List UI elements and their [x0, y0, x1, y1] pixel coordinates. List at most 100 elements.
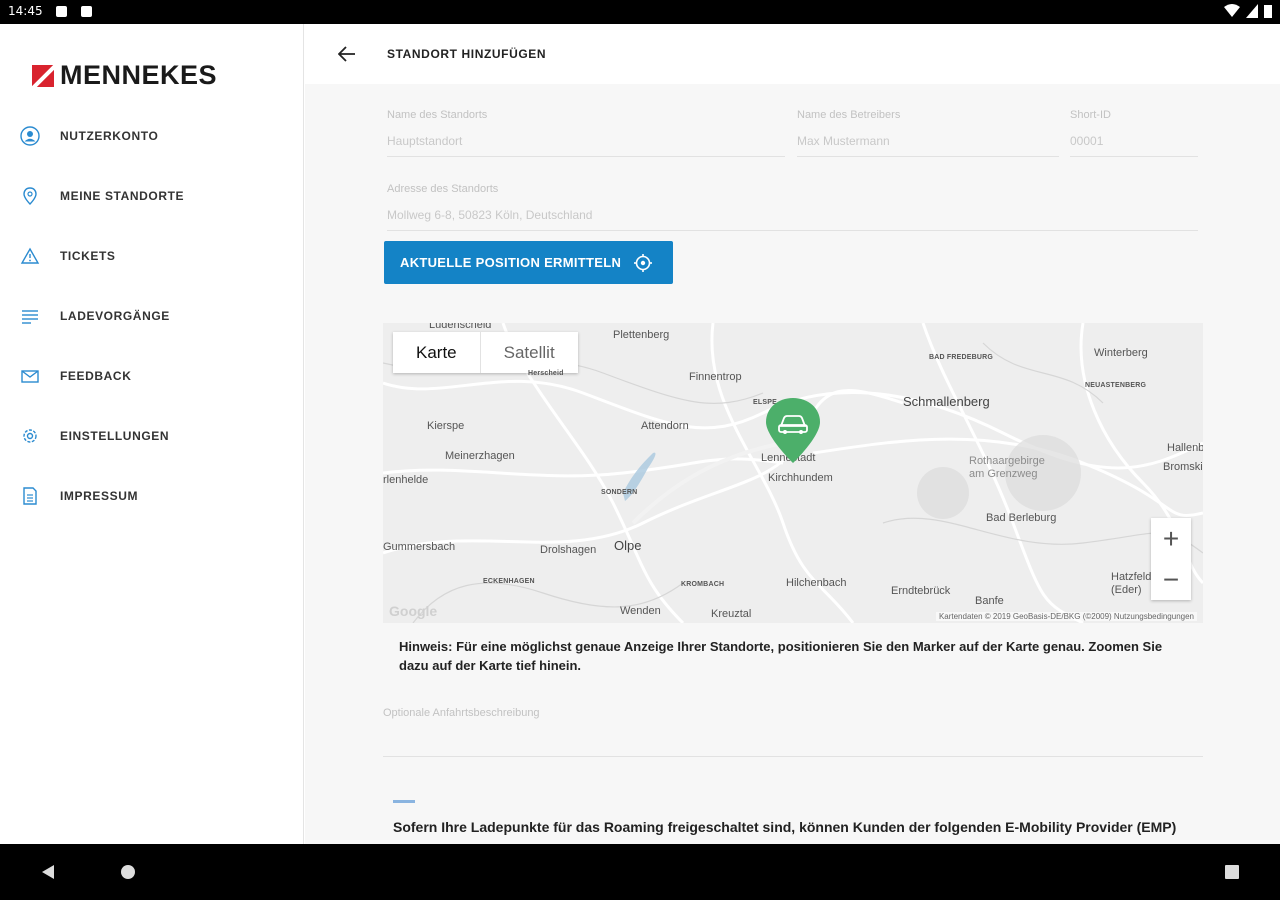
map-view[interactable]: Karte Satellit Lüdenscheid Plettenberg H… [383, 323, 1203, 623]
nav-recents-icon[interactable] [1224, 864, 1240, 880]
short-id-input[interactable]: 00001 [1070, 134, 1198, 157]
app-window: MENNEKES NUTZERKONTO MEINE STANDORTE TIC… [0, 24, 1280, 844]
logo-mark-icon [32, 64, 54, 87]
envelope-icon [20, 366, 40, 386]
map-label: Erndtebrück [891, 585, 951, 597]
crosshair-icon [634, 253, 653, 272]
gear-icon [20, 426, 40, 446]
map-label: Finnentrop [689, 371, 742, 383]
map-label: Winterberg [1094, 347, 1148, 359]
address-label: Adresse des Standorts [387, 183, 499, 195]
operator-name-label: Name des Betreibers [797, 109, 901, 121]
sidebar-item-impressum[interactable]: IMPRESSUM [0, 466, 304, 526]
map-type-karte-button[interactable]: Karte [393, 332, 481, 373]
sidebar-item-nutzerkonto[interactable]: NUTZERKONTO [0, 106, 304, 166]
map-label: Gummersbach [383, 541, 456, 553]
back-button[interactable] [333, 40, 361, 68]
optional-directions-label: Optionale Anfahrtsbeschreibung [383, 707, 540, 719]
google-logo: Google [389, 603, 438, 619]
map-label: Kirchhundem [768, 472, 833, 484]
list-lines-icon [20, 306, 40, 326]
status-bar: 14:45 [0, 0, 1280, 24]
map-type-control: Karte Satellit [393, 332, 578, 373]
sidebar-item-feedback[interactable]: FEEDBACK [0, 346, 304, 406]
map-label: Meinerzhagen [445, 450, 515, 462]
operator-name-field[interactable]: Name des Betreibers Max Mustermann [797, 109, 1059, 157]
roaming-info-text: Sofern Ihre Ladepunkte für das Roaming f… [393, 819, 1177, 844]
signal-icon [1246, 4, 1258, 18]
status-time: 14:45 [8, 4, 43, 18]
nav-back-icon[interactable] [40, 864, 56, 880]
map-label: Hatzfeld (Eder) [1111, 571, 1152, 596]
map-label: Schmallenberg [903, 394, 990, 409]
location-pin-icon [20, 186, 40, 206]
battery-icon [1264, 5, 1272, 18]
user-icon [20, 126, 40, 146]
site-name-field[interactable]: Name des Standorts Hauptstandort [387, 109, 785, 157]
locate-position-button[interactable]: AKTUELLE POSITION ERMITTELN [384, 241, 673, 284]
location-marker[interactable] [764, 397, 822, 470]
site-name-input[interactable]: Hauptstandort [387, 134, 785, 157]
sidebar-item-meine-standorte[interactable]: MEINE STANDORTE [0, 166, 304, 226]
map-label: ECKENHAGEN [483, 578, 535, 585]
map-label: Attendorn [641, 420, 689, 432]
map-label: SONDERN [601, 489, 638, 496]
hint-text: Hinweis: Für eine möglichst genaue Anzei… [399, 639, 1163, 673]
zoom-in-button[interactable]: + [1151, 518, 1191, 559]
map-label: Olpe [614, 538, 642, 553]
map-label: Kreuztal [711, 608, 752, 620]
zoom-out-button[interactable]: − [1151, 559, 1191, 600]
sidebar-item-label: TICKETS [60, 249, 116, 263]
site-name-label: Name des Standorts [387, 109, 488, 121]
map-label: Bad Berleburg [986, 512, 1057, 524]
sidebar-item-ladevorgaenge[interactable]: LADEVORGÄNGE [0, 286, 304, 346]
nav-home-icon[interactable] [120, 864, 136, 880]
address-field[interactable]: Adresse des Standorts Mollweg 6-8, 50823… [387, 183, 1198, 231]
map-label: Hilchenbach [786, 577, 847, 589]
map-label: rlenhelde [383, 474, 429, 486]
app-bar: STANDORT HINZUFÜGEN [305, 24, 1280, 84]
map-label: Wenden [620, 605, 661, 617]
sidebar: MENNEKES NUTZERKONTO MEINE STANDORTE TIC… [0, 24, 304, 844]
sidebar-item-label: FEEDBACK [60, 369, 132, 383]
sidebar-item-label: LADEVORGÄNGE [60, 309, 170, 323]
map-label: Bromskirchen [1163, 461, 1203, 473]
main-content: STANDORT HINZUFÜGEN Name des Standorts H… [305, 24, 1280, 844]
short-id-label: Short-ID [1070, 109, 1111, 121]
optional-directions-field[interactable]: Optionale Anfahrtsbeschreibung [383, 707, 1203, 757]
sidebar-item-tickets[interactable]: TICKETS [0, 226, 304, 286]
map-label: Hallenb. [1167, 442, 1203, 454]
map-label: Lüdenscheid [429, 323, 492, 331]
map-label: Plettenberg [613, 329, 670, 341]
status-icons [1224, 4, 1272, 18]
sidebar-item-label: IMPRESSUM [60, 489, 139, 503]
sidebar-item-label: EINSTELLUNGEN [60, 429, 170, 443]
brand-name: MENNEKES [60, 60, 218, 90]
map-attribution[interactable]: Kartendaten © 2019 GeoBasis-DE/BKG (©200… [935, 612, 1197, 621]
sidebar-nav: NUTZERKONTO MEINE STANDORTE TICKETS LADE… [0, 106, 304, 526]
zoom-control: + − [1151, 518, 1191, 600]
arrow-left-icon [338, 46, 355, 62]
sidebar-item-label: MEINE STANDORTE [60, 189, 185, 203]
map-label: Drolshagen [540, 544, 597, 556]
warning-triangle-icon [20, 246, 40, 266]
document-icon [20, 486, 40, 506]
system-nav-bar [0, 844, 1280, 900]
sidebar-item-label: NUTZERKONTO [60, 129, 159, 143]
operator-name-input[interactable]: Max Mustermann [797, 134, 1059, 157]
map-label: KROMBACH [681, 581, 725, 588]
wifi-icon [1224, 4, 1240, 17]
sidebar-item-einstellungen[interactable]: EINSTELLUNGEN [0, 406, 304, 466]
map-label: Banfe [975, 595, 1004, 607]
short-id-field[interactable]: Short-ID 00001 [1070, 109, 1198, 157]
map-type-satellit-button[interactable]: Satellit [481, 332, 578, 373]
section-accent-line [393, 800, 415, 803]
map-label: NEUASTENBERG [1085, 382, 1147, 389]
sd-card-icon [81, 6, 92, 17]
map-label: BAD FREDEBURG [929, 354, 994, 361]
map-label: Rothaargebirge am Grenzweg [969, 455, 1045, 480]
page-title: STANDORT HINZUFÜGEN [387, 47, 547, 61]
address-input[interactable]: Mollweg 6-8, 50823 Köln, Deutschland [387, 208, 1198, 231]
map-label: Herscheid [528, 370, 564, 377]
map-label: Kierspe [427, 420, 465, 432]
